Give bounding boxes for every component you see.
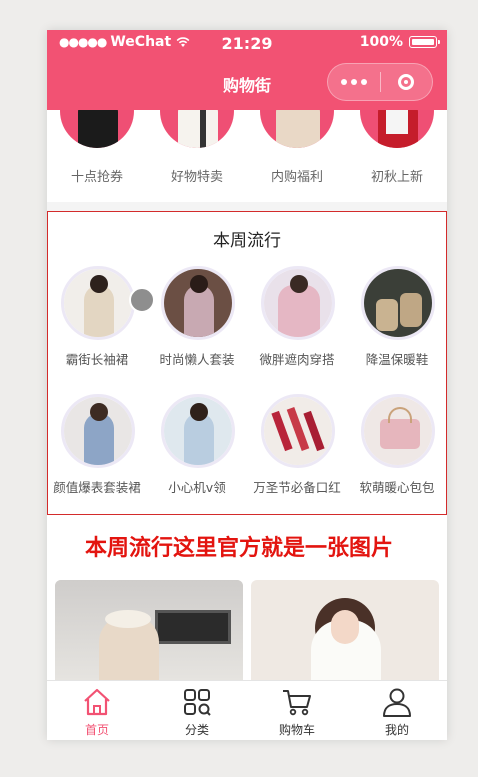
trending-image (261, 266, 335, 340)
trending-label: 万圣节必备口红 (253, 480, 341, 495)
target-close-icon[interactable] (380, 64, 432, 100)
category-row: 十点抢券 好物特卖 内购福利 初秋上新 (47, 74, 447, 202)
tab-cart[interactable]: 购物车 (247, 681, 347, 740)
category-item[interactable]: 好物特卖 (147, 74, 247, 202)
category-item[interactable]: 十点抢券 (47, 74, 147, 202)
top-bar: ●●●●● WeChat 21:29 100% 购物街 (47, 30, 447, 110)
category-grid-icon (184, 689, 211, 716)
category-item[interactable]: 初秋上新 (347, 74, 447, 202)
category-label: 好物特卖 (170, 170, 223, 185)
product-card[interactable] (55, 580, 243, 690)
tab-label: 我的 (384, 723, 409, 737)
trending-item[interactable]: 微胖遮肉穿搭 (247, 266, 347, 391)
cursor-dot (129, 287, 155, 313)
trending-item[interactable]: 小心机v领 (147, 394, 247, 519)
trending-item[interactable]: 软萌暖心包包 (347, 394, 447, 519)
annotation-text: 本周流行这里官方就是一张图片 (84, 535, 393, 561)
trending-image (261, 394, 335, 468)
trending-label: 小心机v领 (168, 480, 226, 495)
weekly-trending-section: 本周流行 霸街长袖裙 时尚懒人套装 微胖遮肉穿搭 降温保暖鞋 颜值爆表套装裙 小… (47, 212, 447, 512)
weekly-title: 本周流行 (213, 231, 281, 251)
category-label: 十点抢券 (70, 170, 123, 185)
trending-image (361, 266, 435, 340)
battery-indicator: 100% (359, 34, 440, 50)
home-icon (84, 688, 110, 716)
category-item[interactable]: 内购福利 (247, 74, 347, 202)
tab-label: 首页 (84, 723, 109, 737)
trending-label: 微胖遮肉穿搭 (259, 352, 335, 367)
tab-mine[interactable]: 我的 (347, 681, 447, 740)
tab-label: 购物车 (278, 723, 315, 737)
trending-label: 软萌暖心包包 (359, 480, 435, 495)
product-card[interactable] (251, 580, 439, 690)
section-divider (47, 202, 447, 212)
trending-item[interactable]: 降温保暖鞋 (347, 266, 447, 391)
battery-icon (409, 36, 440, 48)
category-label: 内购福利 (270, 170, 323, 185)
trending-item[interactable]: 万圣节必备口红 (247, 394, 347, 519)
trending-label: 时尚懒人套装 (159, 352, 235, 367)
trending-item[interactable]: 颜值爆表套装裙 (47, 394, 147, 519)
cart-icon (283, 690, 311, 716)
bottom-tab-bar: 首页 分类 购物车 我的 (47, 680, 447, 740)
trending-item[interactable]: 时尚懒人套装 (147, 266, 247, 391)
trending-label: 降温保暖鞋 (365, 352, 429, 367)
trending-image (161, 394, 235, 468)
tab-home[interactable]: 首页 (47, 681, 147, 740)
status-bar: ●●●●● WeChat 21:29 100% (47, 30, 447, 56)
trending-image (161, 266, 235, 340)
category-label: 初秋上新 (370, 170, 423, 185)
user-icon (383, 688, 411, 717)
more-dots-icon[interactable] (328, 64, 380, 100)
tab-label: 分类 (184, 723, 209, 737)
trending-image (361, 394, 435, 468)
trending-item[interactable]: 霸街长袖裙 (47, 266, 147, 391)
tab-category[interactable]: 分类 (147, 681, 247, 740)
product-grid (47, 580, 447, 690)
trending-image (61, 266, 135, 340)
trending-label: 颜值爆表套装裙 (53, 480, 141, 495)
miniprogram-capsule (327, 63, 433, 101)
trending-image (61, 394, 135, 468)
trending-label: 霸街长袖裙 (65, 352, 129, 367)
battery-percent: 100% (359, 34, 403, 50)
phone-screen: ●●●●● WeChat 21:29 100% 购物街 十点抢券 好物特卖 内购… (47, 30, 447, 740)
